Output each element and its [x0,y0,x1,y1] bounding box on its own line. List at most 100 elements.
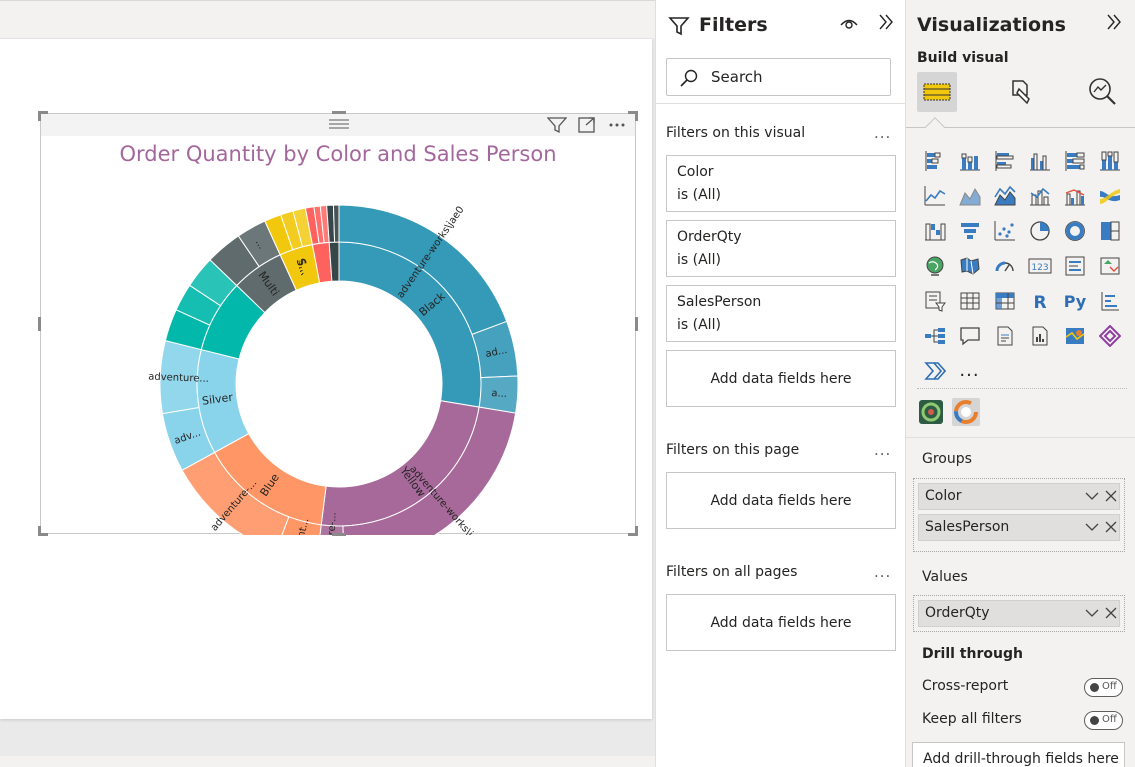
resize-handle-bottom-left[interactable] [38,526,48,536]
filter-card-orderqty[interactable]: OrderQty is (All) [666,220,896,277]
page-filters-drop-zone[interactable]: Add data fields here [666,472,896,529]
filter-card-name: OrderQty [677,229,742,245]
smart-narrative-icon[interactable] [987,318,1022,353]
pie-chart-icon[interactable] [1022,213,1057,248]
resize-handle-bottom[interactable] [332,533,346,536]
eye-icon[interactable] [839,14,859,34]
gauge-icon[interactable] [987,248,1022,283]
chevron-down-icon[interactable] [1085,490,1099,502]
custom-visual-icon-1[interactable] [917,398,945,426]
filled-map-icon[interactable] [952,248,987,283]
filters-on-page-heading: Filters on this page [666,442,800,458]
sunburst-custom-visual-icon[interactable] [952,398,980,426]
toggle-knob [1090,683,1099,692]
sunburst-chart[interactable]: Blackadventure-works\jae0ad...a...Yellow… [41,114,637,535]
stacked-column-chart-icon[interactable] [952,143,987,178]
table-icon[interactable] [952,283,987,318]
groups-field-salesperson[interactable]: SalesPerson [918,514,1120,541]
filter-card-salesperson[interactable]: SalesPerson is (All) [666,285,896,342]
analytics-tab[interactable] [1082,72,1122,112]
sunburst-outer-label: adventure... [148,371,209,384]
more-visuals-button[interactable]: ... [952,353,987,388]
100-stacked-bar-chart-icon[interactable] [1057,143,1092,178]
key-influencers-icon[interactable] [1092,283,1127,318]
groups-field-color[interactable]: Color [918,483,1120,510]
format-visual-tab[interactable] [1000,72,1040,112]
collapse-filters-icon[interactable] [876,12,896,32]
filters-divider [656,103,906,104]
r-script-visual-icon[interactable]: R [1022,283,1057,318]
drill-through-label: Drill through [922,646,1023,662]
sunburst-visual[interactable]: Order Quantity by Color and Sales Person… [38,111,638,536]
visual-types-grid: 123 R Py ... [917,143,1127,388]
resize-handle-right[interactable] [635,317,638,331]
drill-through-drop-zone[interactable]: Add drill-through fields here [912,742,1125,767]
matrix-icon[interactable] [987,283,1022,318]
all-pages-filters-drop-zone[interactable]: Add data fields here [666,594,896,651]
field-pill-name: SalesPerson [925,519,1010,535]
collapse-visualizations-icon[interactable] [1104,12,1124,32]
field-wells-divider [906,437,1135,438]
treemap-icon[interactable] [1092,213,1127,248]
paginated-report-icon[interactable] [1022,318,1057,353]
field-pill-name: Color [925,488,962,504]
kpi-icon[interactable] [1092,248,1127,283]
resize-handle-top-right[interactable] [628,111,638,121]
python-visual-icon[interactable]: Py [1057,283,1092,318]
filter-card-color[interactable]: Color is (All) [666,155,896,212]
map-globe-icon[interactable] [917,248,952,283]
visual-filters-drop-zone[interactable]: Add data fields here [666,350,896,407]
resize-handle-bottom-right[interactable] [628,526,638,536]
sunburst-outer-label: adventure-... [325,512,339,535]
sunburst-outer-label: a... [491,388,507,400]
sunburst-outer-segment[interactable] [332,204,340,243]
filter-card-state: is (All) [677,317,721,333]
filter-card-name: Color [677,164,714,180]
slicer-icon[interactable] [917,283,952,318]
remove-field-icon[interactable] [1105,607,1117,619]
power-apps-icon[interactable] [1092,318,1127,353]
clustered-bar-chart-icon[interactable] [987,143,1022,178]
card-icon[interactable]: 123 [1022,248,1057,283]
values-field-orderqty[interactable]: OrderQty [918,600,1120,627]
r-visual-label: R [1033,293,1046,312]
search-placeholder: Search [711,68,763,86]
resize-handle-left[interactable] [38,317,41,331]
filters-visual-more-button[interactable]: ... [874,124,891,142]
remove-field-icon[interactable] [1105,490,1117,502]
chevron-down-icon[interactable] [1085,521,1099,533]
100-stacked-column-chart-icon[interactable] [1092,143,1127,178]
filters-search-input[interactable]: Search [666,58,891,96]
filters-all-pages-more-button[interactable]: ... [874,563,891,581]
filters-page-more-button[interactable]: ... [874,441,891,459]
decomposition-tree-icon[interactable] [917,318,952,353]
report-page[interactable]: Order Quantity by Color and Sales Person… [0,39,652,719]
groups-well[interactable]: Color SalesPerson [913,478,1125,552]
waterfall-chart-icon[interactable] [917,213,952,248]
stacked-bar-chart-icon[interactable] [917,143,952,178]
analytics-magnifier-icon [1089,78,1116,105]
line-and-stacked-column-chart-icon[interactable] [1022,178,1057,213]
resize-handle-top[interactable] [332,111,346,114]
values-well[interactable]: OrderQty [913,595,1125,632]
power-automate-icon[interactable] [917,353,952,388]
azure-map-icon[interactable] [1057,318,1092,353]
resize-handle-top-left[interactable] [38,111,48,121]
groups-label: Groups [922,451,972,467]
clustered-column-chart-icon[interactable] [1022,143,1057,178]
build-visual-tab[interactable] [917,72,957,112]
funnel-chart-icon[interactable] [952,213,987,248]
qa-visual-icon[interactable] [952,318,987,353]
line-and-clustered-column-chart-icon[interactable] [1057,178,1092,213]
cross-report-toggle[interactable]: Off [1084,678,1123,697]
scatter-chart-icon[interactable] [987,213,1022,248]
area-chart-icon[interactable] [952,178,987,213]
donut-chart-icon[interactable] [1057,213,1092,248]
multi-row-card-icon[interactable] [1057,248,1092,283]
ribbon-chart-icon[interactable] [1092,178,1127,213]
remove-field-icon[interactable] [1105,521,1117,533]
chevron-down-icon[interactable] [1085,607,1099,619]
keep-all-filters-toggle[interactable]: Off [1084,711,1123,730]
line-chart-icon[interactable] [917,178,952,213]
stacked-area-chart-icon[interactable] [987,178,1022,213]
